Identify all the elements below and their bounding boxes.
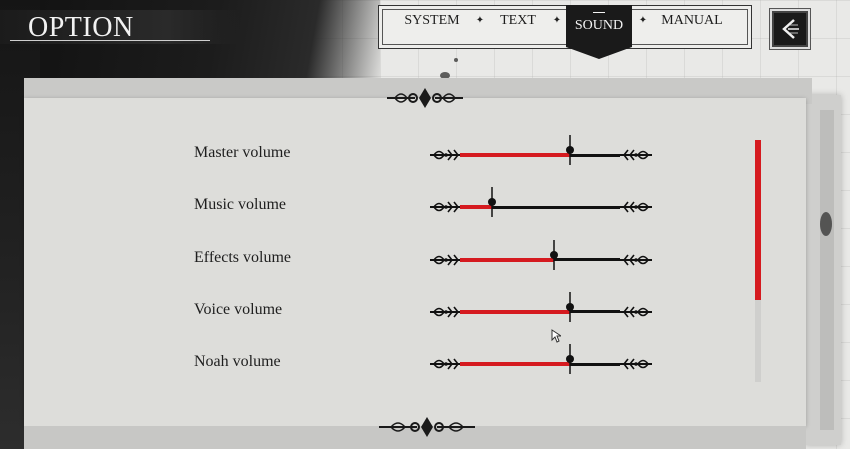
slider-fill	[460, 309, 570, 314]
slider-fill	[460, 153, 570, 157]
slider-right-ornament-icon	[618, 197, 652, 222]
tab-manual[interactable]: MANUAL	[654, 0, 730, 42]
slider-fill	[460, 362, 570, 367]
slider-right-ornament-icon	[618, 145, 652, 170]
slider-left-ornament-icon	[430, 250, 464, 275]
volume-slider[interactable]	[430, 135, 652, 165]
title-underline	[10, 40, 210, 41]
scrollbar-thumb[interactable]	[755, 140, 761, 300]
slider-right-ornament-icon	[618, 302, 652, 327]
volume-slider[interactable]	[430, 344, 652, 375]
volume-slider[interactable]	[430, 239, 652, 270]
slider-right-ornament-icon	[618, 250, 652, 275]
slider-label: Effects volume	[194, 248, 292, 266]
back-button[interactable]	[772, 11, 808, 47]
top-ornament-icon	[387, 88, 463, 108]
tab-separator-icon: ✦	[638, 15, 648, 26]
slider-label: Noah volume	[194, 353, 281, 371]
volume-slider[interactable]	[430, 291, 652, 322]
tab-separator-icon: ✦	[552, 15, 562, 26]
tab-separator-icon: ✦	[475, 15, 485, 26]
options-panel	[24, 98, 806, 426]
slider-thumb[interactable]	[564, 344, 576, 375]
slider-left-ornament-icon	[430, 145, 464, 170]
active-tab-pointer	[566, 47, 632, 59]
tab-text[interactable]: TEXT	[490, 0, 546, 42]
slider-fill	[460, 257, 554, 262]
slider-left-ornament-icon	[430, 302, 464, 327]
bottom-ornament-icon	[379, 417, 475, 437]
slider-thumb[interactable]	[564, 135, 576, 165]
active-tab-mark	[593, 12, 605, 13]
volume-slider[interactable]	[430, 187, 652, 218]
slider-right-ornament-icon	[618, 354, 652, 379]
slider-left-ornament-icon	[430, 197, 464, 222]
slider-thumb[interactable]	[548, 239, 560, 270]
tab-system[interactable]: SYSTEM	[396, 0, 468, 42]
slider-thumb[interactable]	[564, 291, 576, 322]
slider-label: Music volume	[194, 196, 286, 214]
slider-label: Master volume	[194, 144, 291, 161]
slider-left-ornament-icon	[430, 354, 464, 379]
slider-thumb[interactable]	[486, 187, 498, 218]
background-paper-sheet-inner	[820, 110, 834, 430]
mouse-cursor-icon	[551, 329, 561, 343]
ink-splatter	[454, 58, 458, 62]
ink-splatter	[820, 212, 832, 236]
back-arrow-icon	[782, 19, 799, 39]
slider-label: Voice volume	[194, 300, 283, 318]
